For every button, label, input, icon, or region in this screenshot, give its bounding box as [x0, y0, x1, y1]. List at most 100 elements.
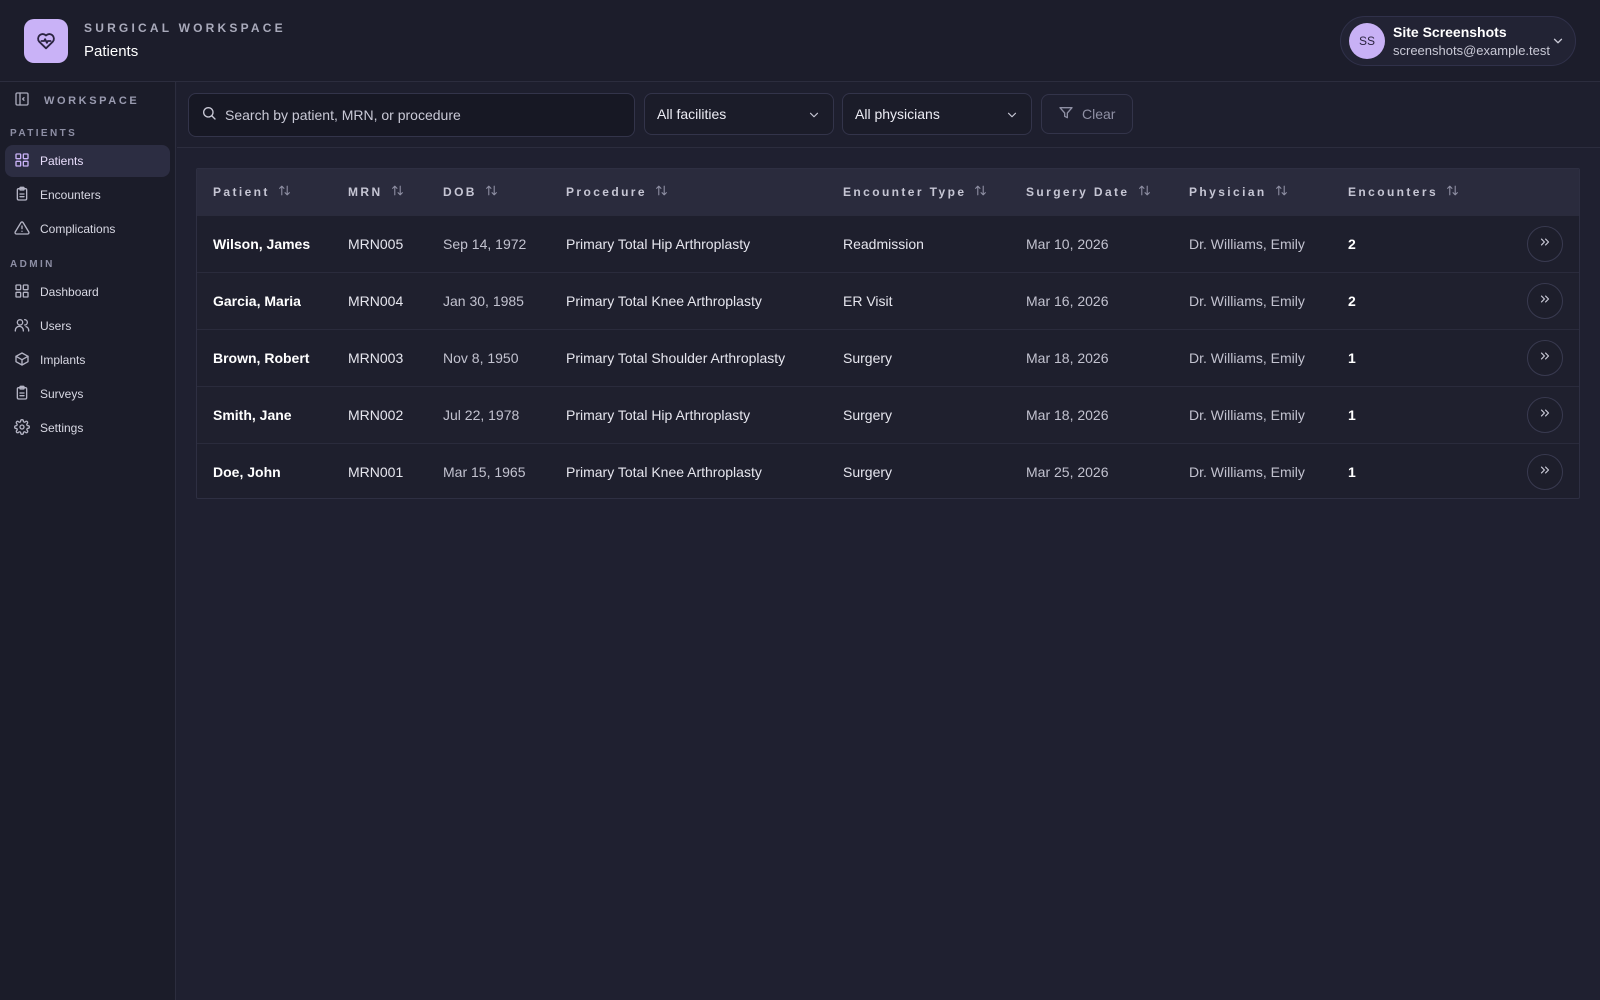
- filter-icon: [1058, 105, 1074, 124]
- column-header-mrn[interactable]: MRN: [348, 169, 404, 215]
- cell-patient: Smith, Jane: [213, 407, 292, 423]
- cell-patient: Garcia, Maria: [213, 293, 301, 309]
- cell-mrn: MRN004: [348, 293, 404, 309]
- physician-select-value: All physicians: [855, 106, 940, 122]
- sidebar-item-users[interactable]: Users: [5, 310, 170, 342]
- chevron-down-icon: [1551, 34, 1565, 53]
- app-header: SURGICAL WORKSPACE Patients SS Site Scre…: [0, 0, 1600, 82]
- cell-encounters: 1: [1348, 407, 1356, 423]
- sidebar-toggle-icon[interactable]: [14, 91, 30, 112]
- sidebar-item-implants[interactable]: Implants: [5, 344, 170, 376]
- users-icon: [14, 317, 30, 336]
- open-row-button[interactable]: [1527, 283, 1563, 319]
- cell-physician: Dr. Williams, Emily: [1189, 350, 1305, 366]
- chevrons-right-icon: [1538, 235, 1552, 254]
- sidebar-item-complications[interactable]: Complications: [5, 213, 170, 245]
- table-row[interactable]: Brown, Robert MRN003 Nov 8, 1950 Primary…: [197, 329, 1579, 386]
- clipboard-icon: [14, 186, 30, 205]
- column-header-patient[interactable]: Patient: [213, 169, 291, 215]
- open-row-button[interactable]: [1527, 397, 1563, 433]
- cell-encounter-type: ER Visit: [843, 293, 893, 309]
- cell-mrn: MRN002: [348, 407, 404, 423]
- workspace-kicker: SURGICAL WORKSPACE: [84, 21, 286, 35]
- box-icon: [14, 351, 30, 370]
- cell-dob: Jan 30, 1985: [443, 293, 524, 309]
- search-input[interactable]: [225, 107, 615, 123]
- physician-select[interactable]: All physicians: [842, 93, 1032, 135]
- chevron-down-icon: [807, 108, 821, 125]
- table-header: Patient MRN DOB Procedure Encounter Type…: [197, 169, 1579, 215]
- cell-surgery-date: Mar 25, 2026: [1026, 464, 1109, 480]
- cell-procedure: Primary Total Shoulder Arthroplasty: [566, 350, 786, 366]
- cell-dob: Jul 22, 1978: [443, 407, 520, 423]
- table-row[interactable]: Garcia, Maria MRN004 Jan 30, 1985 Primar…: [197, 272, 1579, 329]
- cell-encounters: 2: [1348, 236, 1356, 252]
- search-box[interactable]: [188, 93, 635, 137]
- sidebar-item-label: Dashboard: [40, 285, 99, 299]
- sidebar-item-patients[interactable]: Patients: [5, 145, 170, 177]
- table-row[interactable]: Doe, John MRN001 Mar 15, 1965 Primary To…: [197, 443, 1579, 498]
- clear-label: Clear: [1082, 106, 1116, 122]
- table-row[interactable]: Wilson, James MRN005 Sep 14, 1972 Primar…: [197, 215, 1579, 272]
- cell-dob: Mar 15, 1965: [443, 464, 526, 480]
- sidebar-item-surveys[interactable]: Surveys: [5, 378, 170, 410]
- sort-icon: [1446, 184, 1459, 200]
- sort-icon: [278, 184, 291, 200]
- chevron-down-icon: [1005, 108, 1019, 125]
- column-header-procedure[interactable]: Procedure: [566, 169, 668, 215]
- section-label-admin: ADMIN: [10, 259, 55, 270]
- heart-pulse-logo-icon[interactable]: [24, 18, 68, 63]
- cell-mrn: MRN001: [348, 464, 404, 480]
- chevrons-right-icon: [1538, 406, 1552, 425]
- cell-encounter-type: Surgery: [843, 350, 893, 366]
- user-menu-button[interactable]: SS Site Screenshots screenshots@example.…: [1340, 16, 1576, 66]
- column-header-encounters[interactable]: Encounters: [1348, 169, 1459, 215]
- grid-icon: [14, 152, 30, 171]
- sort-icon: [391, 184, 404, 200]
- cell-patient: Wilson, James: [213, 236, 311, 252]
- sidebar-item-settings[interactable]: Settings: [5, 412, 170, 444]
- sidebar-item-label: Implants: [40, 353, 86, 367]
- cell-surgery-date: Mar 16, 2026: [1026, 293, 1109, 309]
- patients-table: Patient MRN DOB Procedure Encounter Type…: [196, 168, 1580, 499]
- cell-patient: Brown, Robert: [213, 350, 310, 366]
- sidebar-item-label: Surveys: [40, 387, 84, 401]
- sidebar-item-dashboard[interactable]: Dashboard: [5, 276, 170, 308]
- user-name: Site Screenshots: [1393, 24, 1507, 40]
- column-header-dob[interactable]: DOB: [443, 169, 498, 215]
- cell-patient: Doe, John: [213, 464, 281, 480]
- open-row-button[interactable]: [1527, 226, 1563, 262]
- workspace-toggle[interactable]: WORKSPACE: [0, 82, 175, 120]
- cell-procedure: Primary Total Knee Arthroplasty: [566, 464, 762, 480]
- clear-filters-button[interactable]: Clear: [1041, 94, 1133, 134]
- cell-dob: Nov 8, 1950: [443, 350, 519, 366]
- cell-dob: Sep 14, 1972: [443, 236, 527, 252]
- open-row-button[interactable]: [1527, 454, 1563, 490]
- cell-physician: Dr. Williams, Emily: [1189, 464, 1305, 480]
- page-title: Patients: [84, 43, 139, 60]
- column-header-surgery-date[interactable]: Surgery Date: [1026, 169, 1151, 215]
- cell-mrn: MRN005: [348, 236, 404, 252]
- cell-procedure: Primary Total Knee Arthroplasty: [566, 293, 762, 309]
- facility-select-value: All facilities: [657, 106, 727, 122]
- search-icon: [201, 105, 217, 126]
- cell-surgery-date: Mar 10, 2026: [1026, 236, 1109, 252]
- sidebar-item-label: Complications: [40, 222, 116, 236]
- avatar: SS: [1349, 23, 1385, 59]
- chevrons-right-icon: [1538, 292, 1552, 311]
- filter-toolbar: All facilities All physicians Clear: [177, 82, 1600, 148]
- column-header-encounter-type[interactable]: Encounter Type: [843, 169, 987, 215]
- cell-mrn: MRN003: [348, 350, 404, 366]
- table-row[interactable]: Smith, Jane MRN002 Jul 22, 1978 Primary …: [197, 386, 1579, 443]
- sidebar-item-encounters[interactable]: Encounters: [5, 179, 170, 211]
- chevrons-right-icon: [1538, 349, 1552, 368]
- cell-encounter-type: Readmission: [843, 236, 924, 252]
- sidebar: WORKSPACE PATIENTS Patients Encounters C…: [0, 82, 176, 1000]
- cell-physician: Dr. Williams, Emily: [1189, 407, 1305, 423]
- user-email: screenshots@example.test: [1393, 43, 1550, 58]
- open-row-button[interactable]: [1527, 340, 1563, 376]
- cell-surgery-date: Mar 18, 2026: [1026, 350, 1109, 366]
- column-header-physician[interactable]: Physician: [1189, 169, 1288, 215]
- facility-select[interactable]: All facilities: [644, 93, 834, 135]
- cell-procedure: Primary Total Hip Arthroplasty: [566, 407, 751, 423]
